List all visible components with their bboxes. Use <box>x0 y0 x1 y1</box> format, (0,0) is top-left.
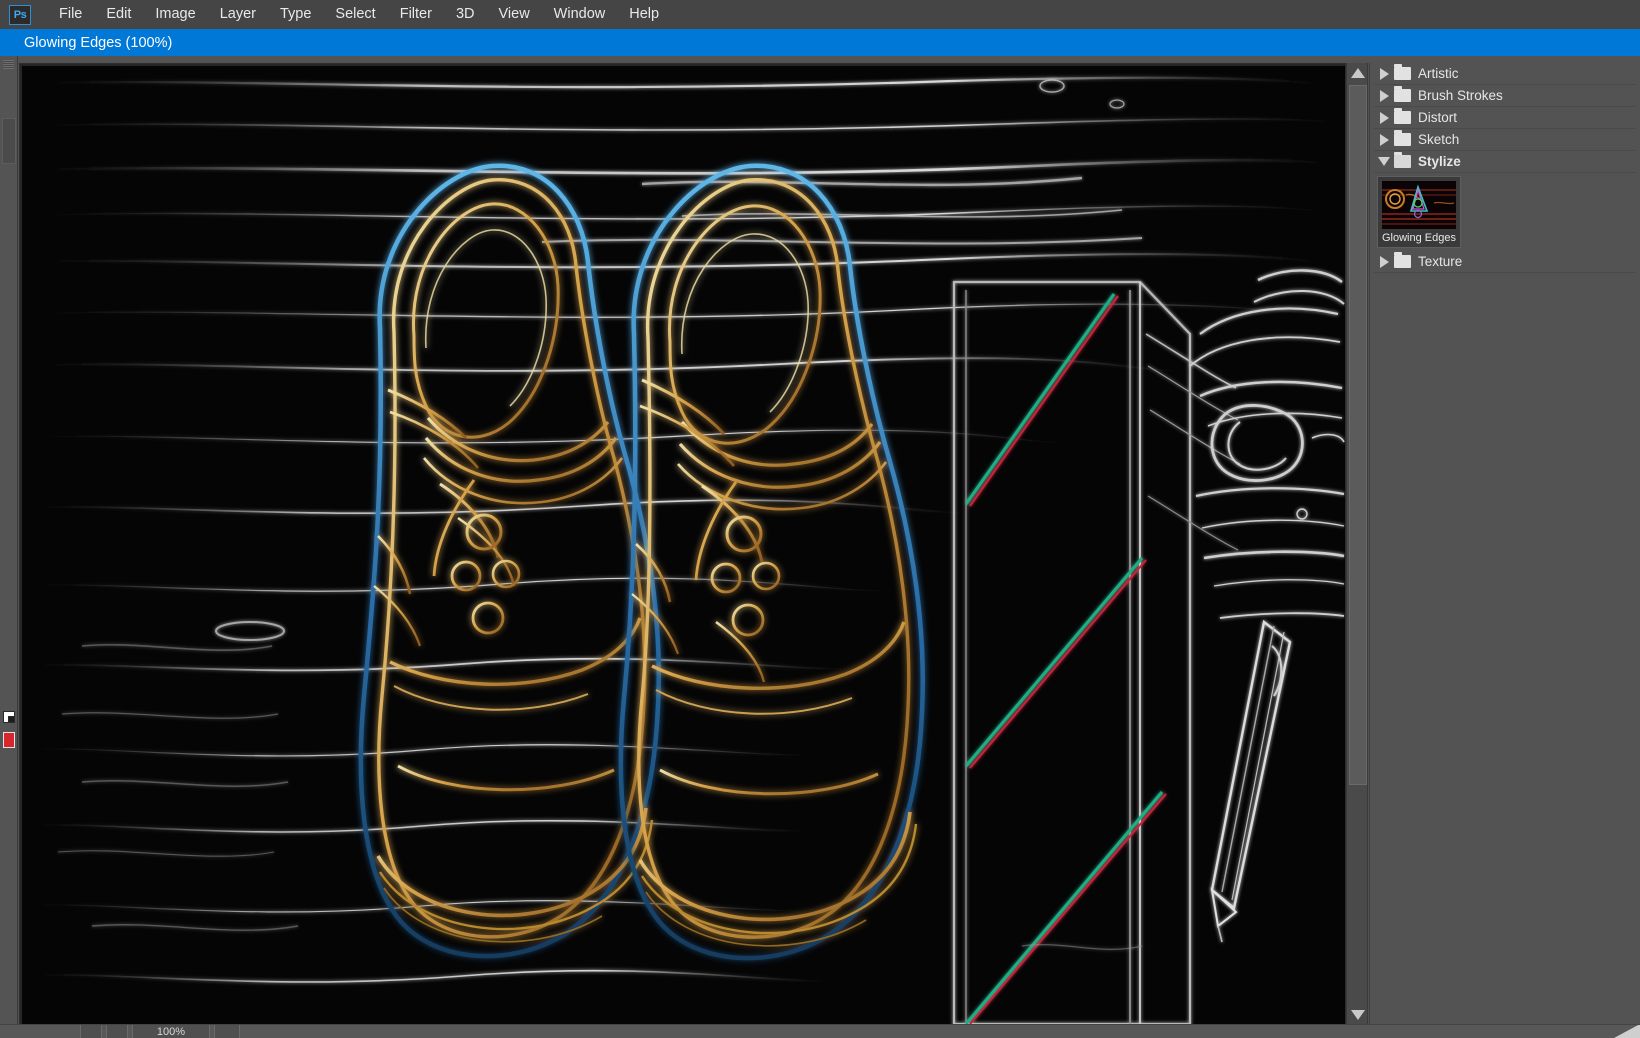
filter-category-label: Brush Strokes <box>1418 88 1503 103</box>
scrollbar-thumb[interactable] <box>1349 85 1367 785</box>
scroll-down-button[interactable] <box>1347 1005 1369 1025</box>
disclosure-triangle-collapsed[interactable] <box>1374 256 1394 268</box>
filter-category-label: Texture <box>1418 254 1462 269</box>
menu-item-layer[interactable]: Layer <box>208 0 268 29</box>
glowing-edges-artwork <box>22 66 1345 1024</box>
disclosure-triangle-collapsed[interactable] <box>1374 112 1394 124</box>
tool-button-group[interactable] <box>2 118 16 164</box>
photoshop-logo-icon[interactable]: Ps <box>9 5 31 25</box>
preview-canvas-frame <box>19 63 1346 1025</box>
filter-category-distort[interactable]: Distort <box>1374 107 1636 129</box>
page-title: Glowing Edges (100%) <box>24 35 172 51</box>
folder-open-icon <box>1394 155 1411 168</box>
triangle-up-icon <box>1351 68 1365 78</box>
chevron-down-icon <box>1378 157 1390 166</box>
triangle-down-icon <box>1351 1010 1365 1020</box>
folder-icon <box>1394 133 1411 146</box>
filter-category-label: Sketch <box>1418 132 1459 147</box>
menu-item-type[interactable]: Type <box>268 0 323 29</box>
filter-category-artistic[interactable]: Artistic <box>1374 63 1636 85</box>
window-resize-grip[interactable] <box>1614 1024 1640 1038</box>
disclosure-triangle-expanded[interactable] <box>1374 157 1394 166</box>
filter-category-panel: Artistic Brush Strokes Distort Sketch St… <box>1369 63 1640 1025</box>
filter-thumbnail-glowing-edges[interactable]: Glowing Edges <box>1378 177 1460 247</box>
menu-item-image[interactable]: Image <box>143 0 207 29</box>
folder-icon <box>1394 67 1411 80</box>
screen-mode-button[interactable] <box>80 1024 102 1038</box>
filter-category-texture[interactable]: Texture <box>1374 251 1636 273</box>
disclosure-triangle-collapsed[interactable] <box>1374 68 1394 80</box>
preview-vertical-scrollbar[interactable] <box>1346 63 1368 1025</box>
filter-category-sketch[interactable]: Sketch <box>1374 129 1636 151</box>
filter-preview-thumbnail-icon <box>1382 181 1456 229</box>
menu-item-view[interactable]: View <box>487 0 542 29</box>
menu-item-filter[interactable]: Filter <box>388 0 444 29</box>
foreground-color-swatch[interactable] <box>3 711 15 723</box>
photoshop-filter-gallery-window: Ps File Edit Image Layer Type Select Fil… <box>0 0 1640 1038</box>
chevron-right-icon <box>1380 68 1389 80</box>
chevron-right-icon <box>1380 90 1389 102</box>
folder-icon <box>1394 89 1411 102</box>
status-bar: 100% <box>0 1024 1640 1038</box>
filter-category-label: Distort <box>1418 110 1457 125</box>
scroll-up-button[interactable] <box>1347 63 1369 83</box>
filter-category-label: Artistic <box>1418 66 1459 81</box>
folder-icon <box>1394 255 1411 268</box>
stylize-filter-thumbnails: Glowing Edges <box>1374 173 1636 251</box>
menu-item-window[interactable]: Window <box>542 0 618 29</box>
tools-strip <box>0 56 18 1038</box>
disclosure-triangle-collapsed[interactable] <box>1374 134 1394 146</box>
chevron-right-icon <box>1380 112 1389 124</box>
chevron-right-icon <box>1380 134 1389 146</box>
menu-bar: Ps File Edit Image Layer Type Select Fil… <box>0 0 1640 29</box>
menu-item-3d[interactable]: 3D <box>444 0 487 29</box>
menu-item-edit[interactable]: Edit <box>94 0 143 29</box>
folder-icon <box>1394 111 1411 124</box>
chevron-right-icon <box>1380 256 1389 268</box>
tools-drag-handle[interactable] <box>3 60 14 69</box>
zoom-level-field[interactable]: 100% <box>132 1024 210 1038</box>
filter-category-brush-strokes[interactable]: Brush Strokes <box>1374 85 1636 107</box>
filter-category-label: Stylize <box>1418 154 1461 169</box>
document-info-field[interactable] <box>214 1024 240 1038</box>
menu-item-file[interactable]: File <box>47 0 94 29</box>
disclosure-triangle-collapsed[interactable] <box>1374 90 1394 102</box>
filter-thumbnail-label: Glowing Edges <box>1381 232 1457 244</box>
document-title-bar: Glowing Edges (100%) <box>0 29 1640 56</box>
preview-canvas[interactable] <box>22 66 1345 1024</box>
preview-toggle-button[interactable] <box>106 1024 128 1038</box>
background-color-swatch[interactable] <box>3 732 15 748</box>
menu-item-help[interactable]: Help <box>617 0 671 29</box>
filter-category-stylize[interactable]: Stylize <box>1374 151 1636 173</box>
menu-item-select[interactable]: Select <box>323 0 387 29</box>
